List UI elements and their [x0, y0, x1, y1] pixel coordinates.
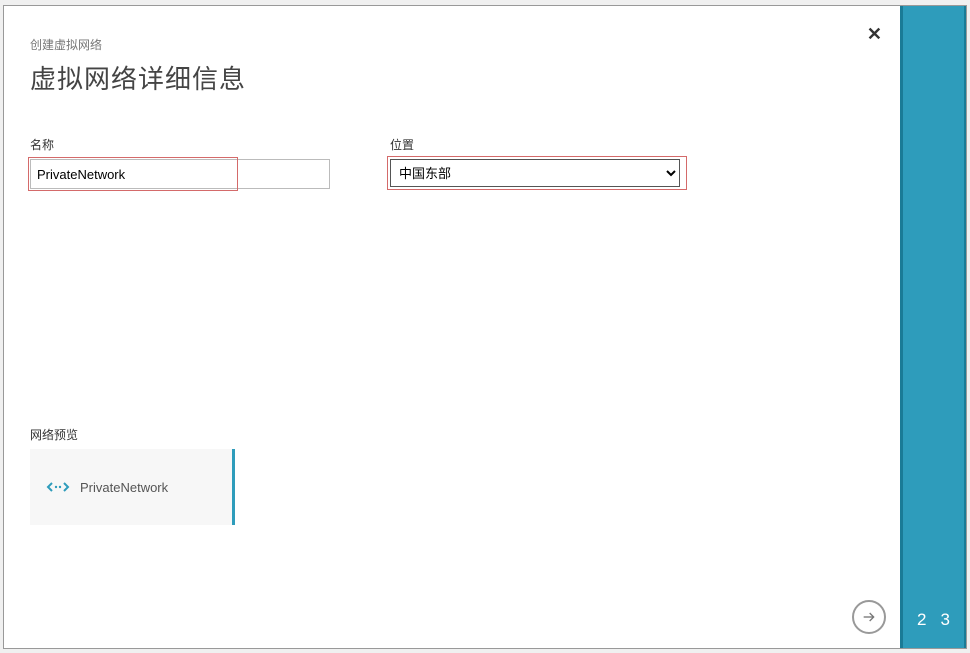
preview-box: PrivateNetwork [30, 449, 235, 525]
name-input[interactable] [30, 159, 330, 189]
location-select[interactable]: 中国东部 [390, 159, 680, 187]
arrow-right-icon [861, 609, 877, 625]
step-3[interactable]: 3 [941, 610, 950, 630]
page-title: 虚拟网络详细信息 [30, 59, 874, 96]
form-row: 名称 位置 中国东部 [30, 136, 874, 189]
name-group: 名称 [30, 136, 330, 189]
preview-name: PrivateNetwork [80, 480, 168, 495]
next-button[interactable] [852, 600, 886, 634]
close-icon[interactable]: ✕ [867, 24, 882, 45]
breadcrumb: 创建虚拟网络 [30, 36, 874, 53]
location-label: 位置 [390, 136, 690, 153]
location-select-wrap: 中国东部 [390, 159, 690, 187]
preview-section: 网络预览 PrivateNetwork [30, 426, 235, 525]
name-input-wrap [30, 159, 330, 189]
preview-label: 网络预览 [30, 426, 235, 443]
location-group: 位置 中国东部 [390, 136, 690, 189]
step-2[interactable]: 2 [917, 610, 926, 630]
main-panel: ✕ 创建虚拟网络 虚拟网络详细信息 名称 位置 中国东部 [4, 6, 900, 648]
step-sidebar: 2 3 [900, 6, 966, 648]
wizard-window: ✕ 创建虚拟网络 虚拟网络详细信息 名称 位置 中国东部 [3, 5, 967, 649]
name-label: 名称 [30, 136, 330, 153]
network-icon [46, 481, 70, 493]
